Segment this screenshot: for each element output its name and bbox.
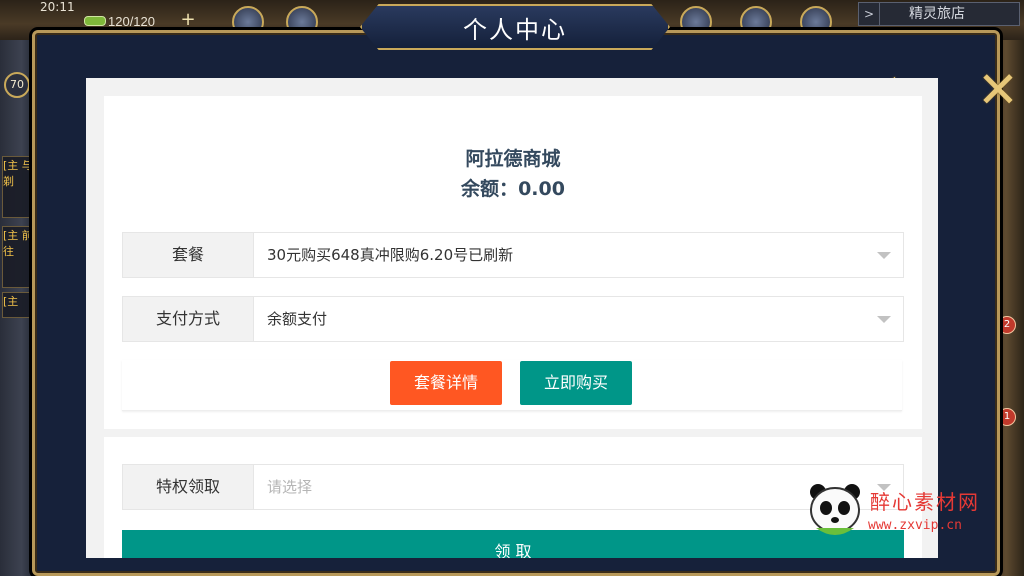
- caret-down-icon: [877, 252, 891, 259]
- balance-label: 余额：: [461, 178, 519, 200]
- chevron-right-icon: >: [859, 3, 880, 25]
- payment-label: 支付方式: [123, 297, 254, 341]
- energy-icon: [84, 16, 106, 26]
- privilege-label: 特权领取: [123, 465, 254, 509]
- privilege-select[interactable]: 特权领取 请选择: [122, 464, 904, 510]
- modal-title-plate: 个人中心: [360, 4, 670, 50]
- watermark: 醉心素材网 www.zxvip.cn: [806, 482, 1006, 542]
- package-details-button[interactable]: 套餐详情: [390, 361, 502, 405]
- buy-now-button[interactable]: 立即购买: [520, 361, 632, 405]
- notification-badge: 2: [998, 316, 1016, 334]
- modal-title: 个人中心: [463, 15, 567, 44]
- quest-tracker-item[interactable]: [主 前往: [2, 226, 36, 288]
- energy-counter: 120/120: [108, 14, 155, 29]
- payment-value: 余额支付: [267, 310, 328, 328]
- claim-button[interactable]: 领 取: [122, 530, 904, 558]
- clock: 20:11: [40, 0, 75, 14]
- inn-label: 精灵旅店: [909, 6, 965, 22]
- package-value: 30元购买648真冲限购6.20号已刷新: [267, 246, 514, 264]
- notification-badge: 1: [998, 408, 1016, 426]
- inn-button[interactable]: > 精灵旅店: [858, 2, 1020, 26]
- close-button[interactable]: ✕: [975, 65, 1021, 115]
- privilege-placeholder: 请选择: [267, 478, 313, 496]
- shop-title: 阿拉德商城: [465, 148, 561, 170]
- package-label: 套餐: [123, 233, 254, 277]
- balance-row: 余额：0.00: [104, 174, 922, 201]
- package-select[interactable]: 套餐 30元购买648真冲限购6.20号已刷新: [122, 232, 904, 278]
- quest-tracker-item[interactable]: [主: [2, 292, 36, 318]
- action-row: 套餐详情 立即购买: [122, 360, 902, 411]
- watermark-text: 醉心素材网: [870, 490, 980, 514]
- balance-value: 0.00: [518, 178, 565, 200]
- shop-card: 阿拉德商城 余额：0.00 套餐 30元购买648真冲限购6.20号已刷新 支付…: [104, 96, 922, 558]
- payment-select[interactable]: 支付方式 余额支付: [122, 296, 904, 342]
- panda-icon: [810, 484, 860, 535]
- section-divider: [104, 429, 922, 437]
- plus-icon[interactable]: +: [180, 11, 196, 29]
- quest-tracker-item[interactable]: [主 与剃: [2, 156, 36, 218]
- level-badge: 70: [4, 72, 30, 98]
- watermark-url: www.zxvip.cn: [868, 518, 962, 533]
- caret-down-icon: [877, 316, 891, 323]
